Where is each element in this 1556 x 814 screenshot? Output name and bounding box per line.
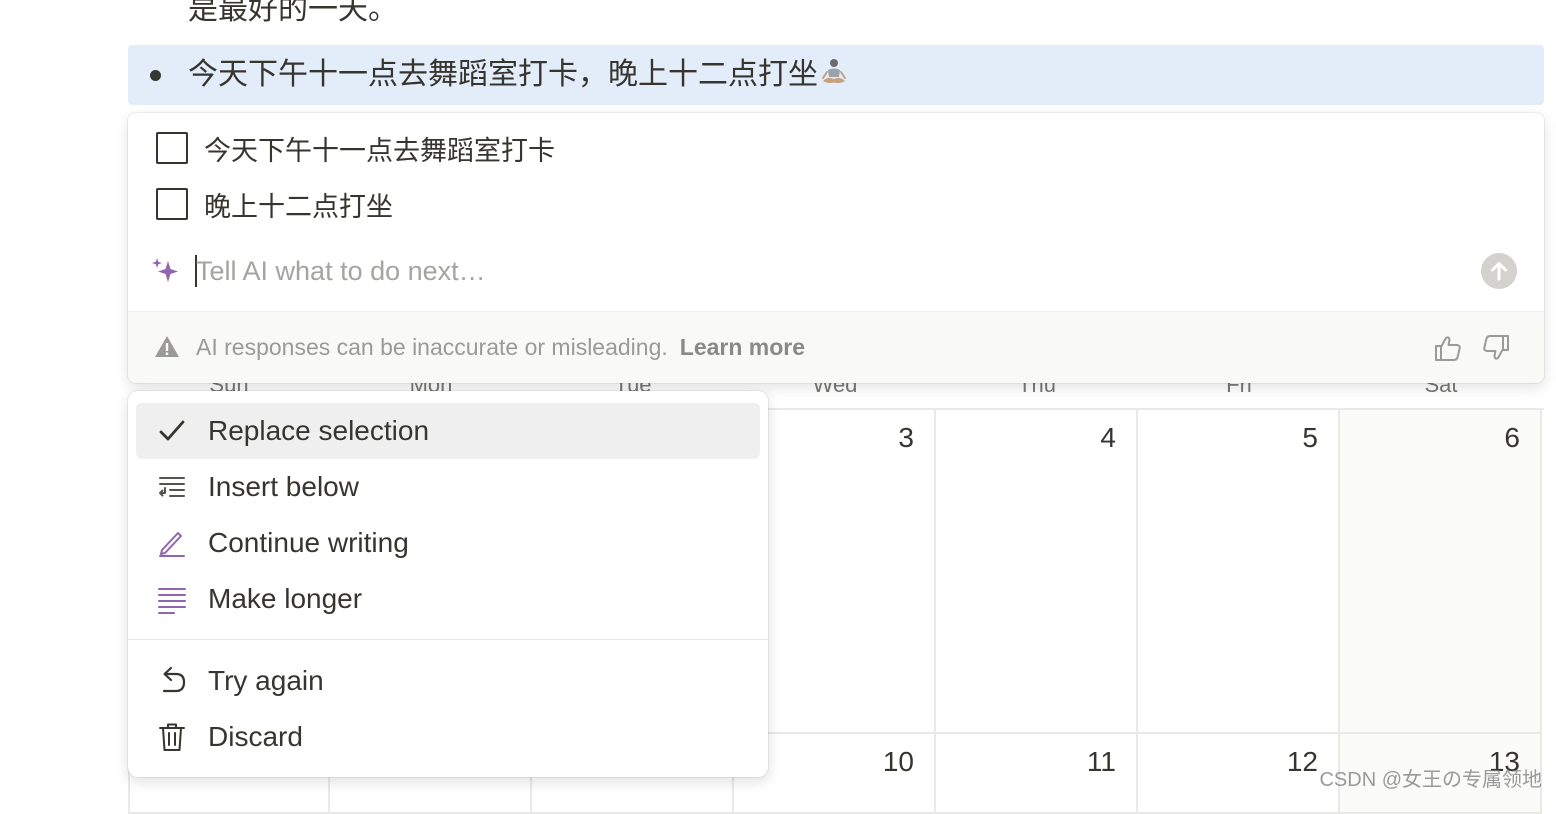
thumbs-up-icon[interactable] [1432,332,1464,364]
bullet-dot [150,70,161,81]
ai-prompt-row [128,243,1544,299]
todo-label: 今天下午十一点去舞蹈室打卡 [204,129,555,168]
checkmark-icon [156,415,188,447]
menu-item-label: Discard [208,721,303,753]
todo-item[interactable]: 晚上十二点打坐 [156,186,393,222]
date-number: 12 [1287,746,1318,778]
disclaimer-text: AI responses can be inaccurate or mislea… [196,334,668,360]
menu-item-discard[interactable]: Discard [136,709,760,765]
ai-disclaimer-bar: AI responses can be inaccurate or mislea… [128,311,1544,383]
menu-item-label: Insert below [208,471,359,503]
person-in-lotus-position-icon [818,56,850,88]
selected-bullet-item[interactable]: 今天下午十一点去舞蹈室打卡，晚上十二点打坐 [128,45,1544,105]
bullet-text-wrapper: 今天下午十一点去舞蹈室打卡，晚上十二点打坐 [188,54,850,96]
menu-item-label: Try again [208,665,324,697]
text-lines-icon [156,583,188,615]
pen-icon [156,527,188,559]
todo-label: 晚上十二点打坐 [204,185,393,224]
menu-item-replace-selection[interactable]: Replace selection [136,403,760,459]
trash-icon [156,721,188,753]
date-number: 5 [1302,422,1318,454]
menu-item-label: Continue writing [208,527,409,559]
date-number: 10 [883,746,914,778]
date-number: 11 [1087,746,1116,778]
watermark-text: CSDN @女王の专属领地 [1319,763,1542,792]
calendar-cell[interactable]: 5 [1138,410,1340,734]
menu-item-try-again[interactable]: Try again [136,653,760,709]
calendar-cell[interactable]: 4 [936,410,1138,734]
date-number: 4 [1100,422,1116,454]
menu-item-label: Make longer [208,583,362,615]
menu-item-insert-below[interactable]: Insert below [136,459,760,515]
calendar-cell[interactable]: 11 [936,734,1138,814]
todo-item[interactable]: 今天下午十一点去舞蹈室打卡 [156,130,555,166]
warning-triangle-icon [154,334,180,360]
ai-result-panel: 今天下午十一点去舞蹈室打卡 晚上十二点打坐 AI responses can b… [128,113,1544,383]
calendar-cell[interactable]: 6 [1340,410,1542,734]
todo-checkbox[interactable] [156,188,188,220]
date-number: 6 [1504,422,1520,454]
undo-arrow-icon [156,665,188,697]
send-arrow-icon[interactable] [1481,253,1517,289]
ai-action-menu: Replace selection Insert below Continue … [128,391,768,777]
menu-item-make-longer[interactable]: Make longer [136,571,760,627]
date-number: 3 [898,422,914,454]
insert-below-icon [156,471,188,503]
thumbs-down-icon[interactable] [1480,332,1512,364]
disclaimer-text-wrapper: AI responses can be inaccurate or mislea… [196,334,805,361]
ai-sparkle-icon [150,255,182,287]
todo-checkbox[interactable] [156,132,188,164]
paragraph-text: 是最好的一天。 [188,0,398,32]
ai-prompt-input[interactable] [196,251,1466,291]
calendar-cell[interactable]: 12 [1138,734,1340,814]
learn-more-link[interactable]: Learn more [680,334,805,360]
bullet-text: 今天下午十一点去舞蹈室打卡，晚上十二点打坐 [188,58,818,91]
menu-item-continue-writing[interactable]: Continue writing [136,515,760,571]
menu-item-label: Replace selection [208,415,429,447]
menu-divider [128,639,768,640]
